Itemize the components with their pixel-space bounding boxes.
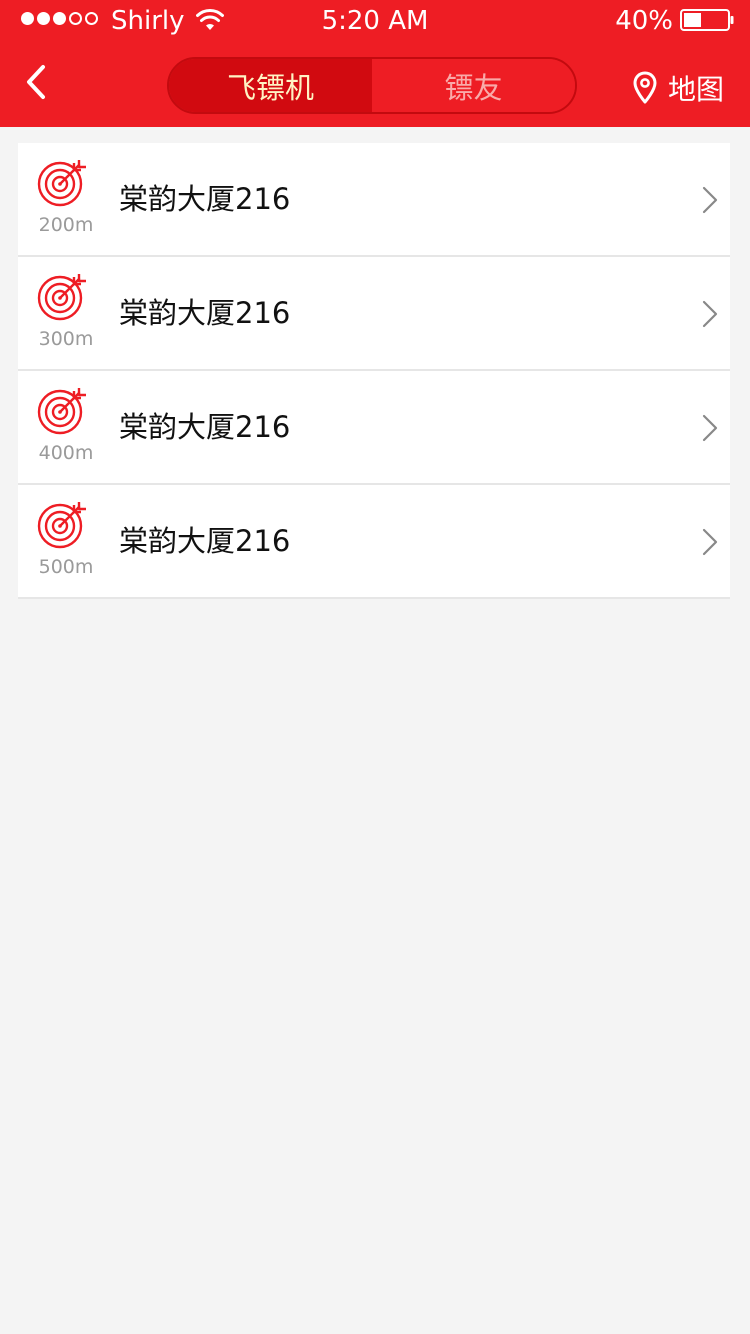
battery-icon [680,9,734,31]
battery-percentage: 40% [615,6,673,36]
distance-label: 500m [38,556,94,578]
list-item[interactable]: 200m 棠韵大厦216 [18,143,730,257]
chevron-right-icon [702,186,718,214]
list-item[interactable]: 500m 棠韵大厦216 [18,485,730,599]
dartboard-icon [37,160,86,207]
distance-label: 400m [38,442,94,464]
chevron-left-icon [27,65,45,99]
dartboard-icon [37,388,86,435]
venue-name: 棠韵大厦216 [119,182,291,216]
map-button[interactable]: 地图 [632,68,724,108]
dartboard-icon [37,502,86,549]
list-item[interactable]: 400m 棠韵大厦216 [18,371,730,485]
venue-name: 棠韵大厦216 [119,296,291,330]
venue-name: 棠韵大厦216 [119,524,291,558]
tab-dart-friends[interactable]: 镖友 [372,59,575,112]
map-label: 地图 [668,73,725,106]
chevron-right-icon [702,300,718,328]
venue-name: 棠韵大厦216 [119,410,291,444]
status-bar: Shirly 5:20 AM 40% [0,0,750,40]
chevron-right-icon [702,414,718,442]
distance-label: 200m [38,214,94,236]
dartboard-icon [37,274,86,321]
back-button[interactable] [14,60,58,104]
segmented-control: 飞镖机 镖友 [167,57,577,114]
app-header: Shirly 5:20 AM 40% 飞镖机 镖友 地图 [0,0,750,127]
location-pin-icon [633,71,657,104]
tab-dart-machines[interactable]: 飞镖机 [169,59,372,112]
venue-list: 200m 棠韵大厦216 300m 棠韵大厦216 400m 棠韵大厦216 5… [18,143,730,599]
chevron-right-icon [702,528,718,556]
distance-label: 300m [38,328,94,350]
list-item[interactable]: 300m 棠韵大厦216 [18,257,730,371]
